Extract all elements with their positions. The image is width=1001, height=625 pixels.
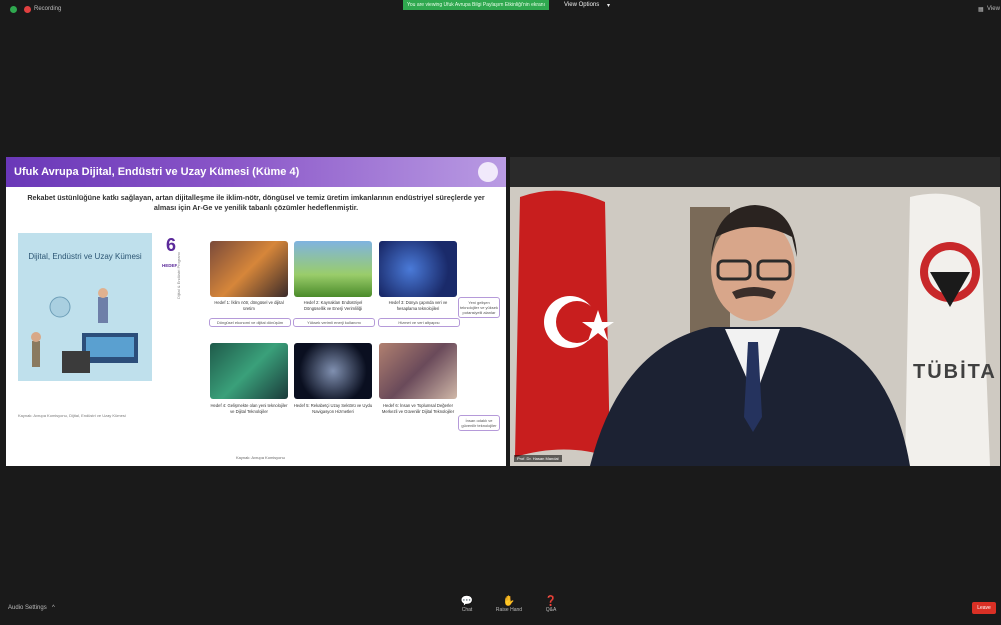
cluster-illustration: Dijital, Endüstri ve Uzay Kümesi [18, 233, 152, 381]
raise-hand-button[interactable]: ✋ Raise Hand [494, 596, 524, 613]
goal-3-caption: Hedef 3: Dünya çapında veri ve hesaplama… [388, 300, 448, 311]
goal-1-image [210, 241, 288, 297]
goal-5-caption: Hedef 5: Rekabetçi Uzay Sektörü ve Uydu … [293, 403, 373, 414]
goal-2-image [294, 241, 372, 297]
share-banner: You are viewing Ufuk Avrupa Bilgi Paylaş… [403, 0, 549, 10]
qa-button[interactable]: ❓ Q&A [536, 596, 566, 613]
view-options-menu[interactable]: View Options [564, 2, 599, 8]
recording-icon [24, 6, 31, 13]
goal-count-label: HEDEF [162, 263, 178, 268]
goal-1-note: Döngüsel ekonomi ve dijital dönüşüm [209, 318, 291, 327]
grid-icon[interactable]: ▦ [978, 6, 984, 13]
chat-icon: 💬 [460, 596, 474, 607]
participant-name: Prof. Dr. Hasan Mandal [514, 455, 562, 462]
goal-6-caption: Hedef 6: İnsan ve Toplumsal Değerler Mer… [381, 403, 455, 414]
horizon-europe-logo [478, 162, 498, 182]
qa-icon: ❓ [544, 596, 558, 607]
vertical-label: Dijital & Endüstri Programı [176, 252, 181, 299]
audio-settings-button[interactable]: Audio Settings [8, 605, 47, 611]
bottom-toolbar: Audio Settings ^ 💬 Chat ✋ Raise Hand ❓ Q… [0, 590, 1001, 625]
goal-3-image [379, 241, 457, 297]
chat-label: Chat [461, 607, 473, 613]
goal-4-image [210, 343, 288, 399]
qa-label: Q&A [545, 607, 557, 613]
raise-hand-icon: ✋ [502, 596, 516, 607]
caret-up-icon[interactable]: ^ [52, 605, 55, 611]
shared-screen: Ufuk Avrupa Dijital, Endüstri ve Uzay Kü… [6, 157, 506, 466]
security-icon[interactable] [10, 6, 17, 13]
raise-hand-label: Raise Hand [495, 607, 523, 613]
video-scene [510, 157, 1000, 466]
tubitak-logo-text: TÜBİTA [913, 361, 997, 383]
goal-5-image [294, 343, 372, 399]
side-note-2: İnsan odaklı ve güvenilir teknolojiler [458, 415, 500, 431]
view-button[interactable]: View [987, 6, 1000, 12]
goal-count: 6 [166, 235, 177, 255]
slide-subtitle: Rekabet üstünlüğüne katkı sağlayan, arta… [27, 193, 485, 212]
goal-3-note: Hizmet ve veri altyapısı [378, 318, 460, 327]
left-source-note: Kaynak: Avrupa Komisyonu, Dijital, Endüs… [18, 413, 126, 418]
slide-title: Ufuk Avrupa Dijital, Endüstri ve Uzay Kü… [14, 166, 300, 178]
slide-source-note: Kaynak: Avrupa Komisyonu [236, 455, 285, 460]
goal-2-caption: Hedef 2: Kaynakları Endüstriyel Döngüsel… [303, 300, 363, 311]
goal-4-caption: Hedef 4: Gelişmekte olan yeni teknolojil… [210, 403, 288, 414]
slide-header: Ufuk Avrupa Dijital, Endüstri ve Uzay Kü… [6, 157, 506, 187]
goal-2-note: Yüksek verimli enerji kullanımı [293, 318, 375, 327]
leave-button[interactable]: Leave [972, 602, 996, 614]
top-bar: Recording You are viewing Ufuk Avrupa Bi… [0, 0, 1001, 20]
chevron-down-icon[interactable]: ▾ [607, 2, 610, 9]
chat-button[interactable]: 💬 Chat [452, 596, 482, 613]
goal-1-caption: Hedef 1: İklim nötr, döngüsel ve dijital… [214, 300, 284, 311]
goal-6-image [379, 343, 457, 399]
side-note-1: Yeni gelişen teknolojiler ve yüksek pota… [458, 297, 500, 318]
participant-video[interactable]: TÜBİTA Prof. Dr. Hasan Mandal [510, 157, 1000, 466]
illustration-people-icon [31, 288, 138, 373]
recording-label: Recording [34, 6, 62, 12]
